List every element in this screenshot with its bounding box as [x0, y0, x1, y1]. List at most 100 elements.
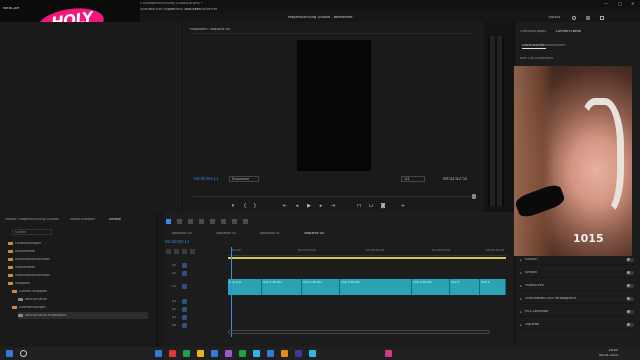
bell-icon[interactable]	[586, 16, 590, 20]
list-item[interactable]: Weiche Kante	[18, 296, 148, 303]
track-target-icon[interactable]	[182, 323, 187, 328]
taskbar-app-icon[interactable]	[239, 350, 246, 357]
tab-lumetri-color[interactable]: Lumetri-Farbe	[556, 30, 581, 34]
tab-program-monitor[interactable]: Programm: Sequenz 04	[190, 28, 230, 31]
section-vignette[interactable]: ▸ Vignette	[520, 321, 634, 330]
track-target-icon[interactable]	[182, 271, 187, 276]
section-creative[interactable]: ▸ Kreativ	[520, 269, 634, 278]
export-frame-icon[interactable]: ◙	[380, 203, 386, 210]
snap-icon[interactable]	[166, 249, 171, 254]
ripple-edit-tool-icon[interactable]	[188, 219, 193, 224]
monitor-scrub-handle[interactable]	[472, 194, 476, 199]
selection-tool-icon[interactable]	[166, 219, 171, 224]
in-point-icon[interactable]: {	[242, 203, 248, 210]
track-header-a1[interactable]: A1	[170, 298, 506, 305]
list-item[interactable]: Überblendungen	[12, 304, 152, 311]
add-marker-icon[interactable]	[182, 249, 187, 254]
timeline-timecode[interactable]: 00:00:00:11	[165, 240, 189, 244]
section-basic[interactable]: ▸ Einfach	[520, 256, 634, 265]
track-target-icon[interactable]	[182, 315, 187, 320]
step-back-icon[interactable]: ◂	[294, 203, 300, 210]
timeline-ruler[interactable]: 00:00 00:00:15:00 00:00:30:00 00:00:45:0…	[228, 247, 506, 256]
taskbar-app-icon[interactable]	[211, 350, 218, 357]
work-area-bar[interactable]	[228, 257, 506, 259]
track-select-tool-icon[interactable]	[177, 219, 182, 224]
fullscreen-icon[interactable]	[600, 16, 604, 20]
slip-tool-icon[interactable]	[210, 219, 215, 224]
tab-sequence-04[interactable]: Sequenz 04	[304, 232, 324, 235]
list-item[interactable]: Audioüberblendungen	[8, 256, 148, 263]
track-header-a2[interactable]: A2	[170, 306, 506, 313]
track-target-icon[interactable]	[182, 307, 187, 312]
tab-project[interactable]: Projekt: Magenschulung Gütlow	[5, 218, 67, 221]
go-to-in-icon[interactable]: ⇤	[282, 203, 288, 210]
track-header-a4[interactable]: A4	[170, 322, 506, 329]
section-color-wheels[interactable]: ▸ Farbradkreis und Farbabgleich	[520, 295, 634, 304]
list-item[interactable]: Videoeffekte	[8, 264, 148, 271]
timeline-clip[interactable]: Clip 5	[450, 279, 480, 295]
effects-search-input[interactable]: suchen	[12, 229, 52, 235]
lift-icon[interactable]: ⊓	[356, 203, 362, 210]
search-icon[interactable]	[20, 350, 27, 357]
tab-sequence-01[interactable]: Sequenz 01	[260, 232, 280, 235]
track-target-icon[interactable]	[182, 284, 187, 289]
play-icon[interactable]: ▶	[306, 203, 312, 210]
track-header-v2[interactable]: V2	[170, 270, 506, 277]
list-item-selected[interactable]: Weiche Kante eingezoomt	[18, 312, 148, 319]
list-item[interactable]: Videoüberblendungen	[8, 272, 148, 279]
razor-tool-icon[interactable]	[199, 219, 204, 224]
program-playhead-timecode[interactable]: 00:00:00:11	[194, 177, 218, 181]
fit-dropdown[interactable]: Einpassen	[229, 176, 259, 182]
toggle-switch[interactable]	[626, 270, 634, 275]
settings-icon[interactable]: +	[400, 203, 406, 210]
premiere-taskbar-icon[interactable]	[385, 350, 392, 357]
list-item[interactable]: Audioeffekte	[8, 248, 148, 255]
timeline-clip[interactable]: Clip Ans	[228, 279, 262, 295]
taskbar-app-icon[interactable]	[253, 350, 260, 357]
share-button[interactable]: TEILEN	[548, 16, 560, 19]
taskbar-app-icon[interactable]	[295, 350, 302, 357]
subtab-browse[interactable]: Durchsuchen	[522, 44, 546, 49]
taskbar-app-icon[interactable]	[281, 350, 288, 357]
minimize-button[interactable]: —	[604, 1, 608, 6]
section-hsl-secondary[interactable]: ▸ HSL-Sekundär	[520, 308, 634, 317]
timeline-clip[interactable]: Clip 3 Studio	[340, 279, 412, 295]
toggle-switch[interactable]	[626, 296, 634, 301]
timeline-clip[interactable]: Clip 2 Studio	[302, 279, 340, 295]
monitor-scrub-bar[interactable]	[193, 196, 476, 200]
menu-hilfe[interactable]: Hilfe	[209, 8, 217, 12]
program-video-frame[interactable]	[297, 40, 371, 171]
tab-graphic-templates[interactable]: Grafikvorlagen	[520, 30, 547, 34]
subtab-edit[interactable]: Bearbeiten	[546, 44, 566, 48]
track-header-a3[interactable]: A3	[170, 314, 506, 321]
marker-icon[interactable]: ▾	[230, 203, 236, 210]
timeline-playhead[interactable]	[231, 247, 232, 337]
playback-resolution-dropdown[interactable]: 1/4	[401, 176, 425, 182]
tab-effects[interactable]: Effekte	[109, 218, 121, 221]
start-icon[interactable]	[6, 350, 13, 357]
close-button[interactable]: ✕	[631, 1, 634, 6]
tab-media-browser[interactable]: Media-Browser	[70, 218, 95, 221]
tab-sequence-03[interactable]: Sequenz 03	[216, 232, 236, 235]
track-target-icon[interactable]	[182, 263, 187, 268]
toggle-switch[interactable]	[626, 309, 634, 314]
toggle-switch[interactable]	[626, 257, 634, 262]
extract-icon[interactable]: ⊔	[368, 203, 374, 210]
taskbar-app-icon[interactable]	[309, 350, 316, 357]
timeline-clip[interactable]: Clip 4 Studio	[412, 279, 450, 295]
timeline-scrollbar[interactable]	[228, 330, 490, 334]
maximize-button[interactable]: □	[618, 1, 622, 6]
type-tool-icon[interactable]	[243, 219, 248, 224]
linked-selection-icon[interactable]	[174, 249, 179, 254]
taskbar-app-icon[interactable]	[183, 350, 190, 357]
hand-tool-icon[interactable]	[232, 219, 237, 224]
taskbar-app-icon[interactable]	[225, 350, 232, 357]
track-target-icon[interactable]	[182, 299, 187, 304]
timeline-settings-icon[interactable]	[190, 249, 195, 254]
pen-tool-icon[interactable]	[221, 219, 226, 224]
toggle-switch[interactable]	[626, 283, 634, 288]
taskbar-app-icon[interactable]	[267, 350, 274, 357]
taskbar-app-icon[interactable]	[155, 350, 162, 357]
list-item[interactable]: Lumetri-Vorgaben	[12, 288, 152, 295]
go-to-out-icon[interactable]: ⇥	[330, 203, 336, 210]
